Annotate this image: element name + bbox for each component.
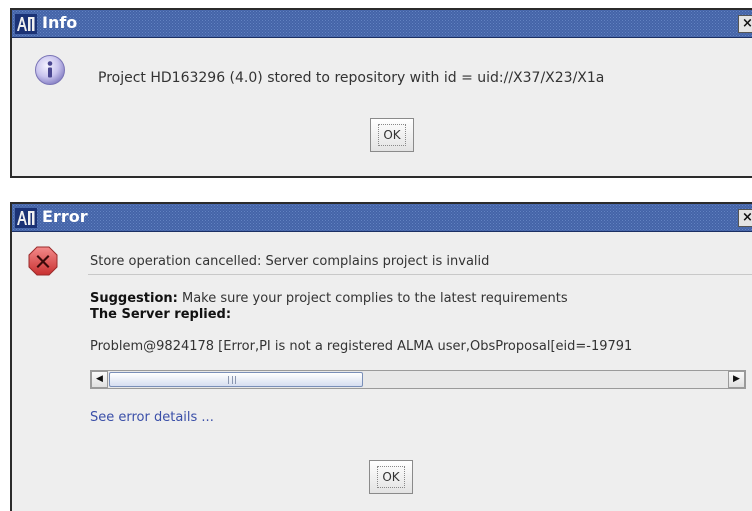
- error-ok-button[interactable]: OK: [369, 460, 413, 494]
- error-ok-label: OK: [377, 466, 405, 488]
- info-titlebar[interactable]: Info ×: [12, 10, 752, 38]
- app-logo-icon: [15, 14, 37, 34]
- error-separator: [88, 274, 752, 275]
- problem-text: Problem@9824178 [Error,PI is not a regis…: [90, 339, 633, 354]
- suggestion-text: Make sure your project complies to the l…: [177, 291, 568, 306]
- error-title: Error: [42, 207, 88, 226]
- error-suggestion: Suggestion: Make sure your project compl…: [90, 291, 568, 306]
- grip-icon: [228, 376, 236, 384]
- scroll-left-icon[interactable]: ◀: [91, 371, 108, 388]
- info-ok-button[interactable]: OK: [370, 118, 414, 152]
- error-dialog: Error × Store operation cancelled: Serve…: [10, 202, 752, 511]
- error-titlebar[interactable]: Error ×: [12, 204, 752, 232]
- info-icon: [35, 55, 65, 85]
- info-dialog: Info × Project HD163296 (4.0) stored to …: [10, 8, 752, 178]
- info-close-button[interactable]: ×: [738, 15, 752, 33]
- error-x-icon: [28, 246, 58, 276]
- error-message: Store operation cancelled: Server compla…: [90, 254, 490, 269]
- info-title: Info: [42, 13, 78, 32]
- suggestion-label: Suggestion:: [90, 291, 178, 306]
- see-error-details-link[interactable]: See error details ...: [90, 410, 214, 425]
- server-replied-label: The Server replied:: [90, 307, 232, 322]
- scrollbar-thumb[interactable]: [109, 372, 363, 387]
- app-logo-icon: [15, 208, 37, 228]
- info-ok-label: OK: [378, 124, 406, 146]
- scroll-right-icon[interactable]: ▶: [728, 371, 745, 388]
- info-message: Project HD163296 (4.0) stored to reposit…: [98, 70, 605, 86]
- horizontal-scrollbar[interactable]: ◀ ▶: [90, 370, 746, 389]
- error-close-button[interactable]: ×: [738, 209, 752, 227]
